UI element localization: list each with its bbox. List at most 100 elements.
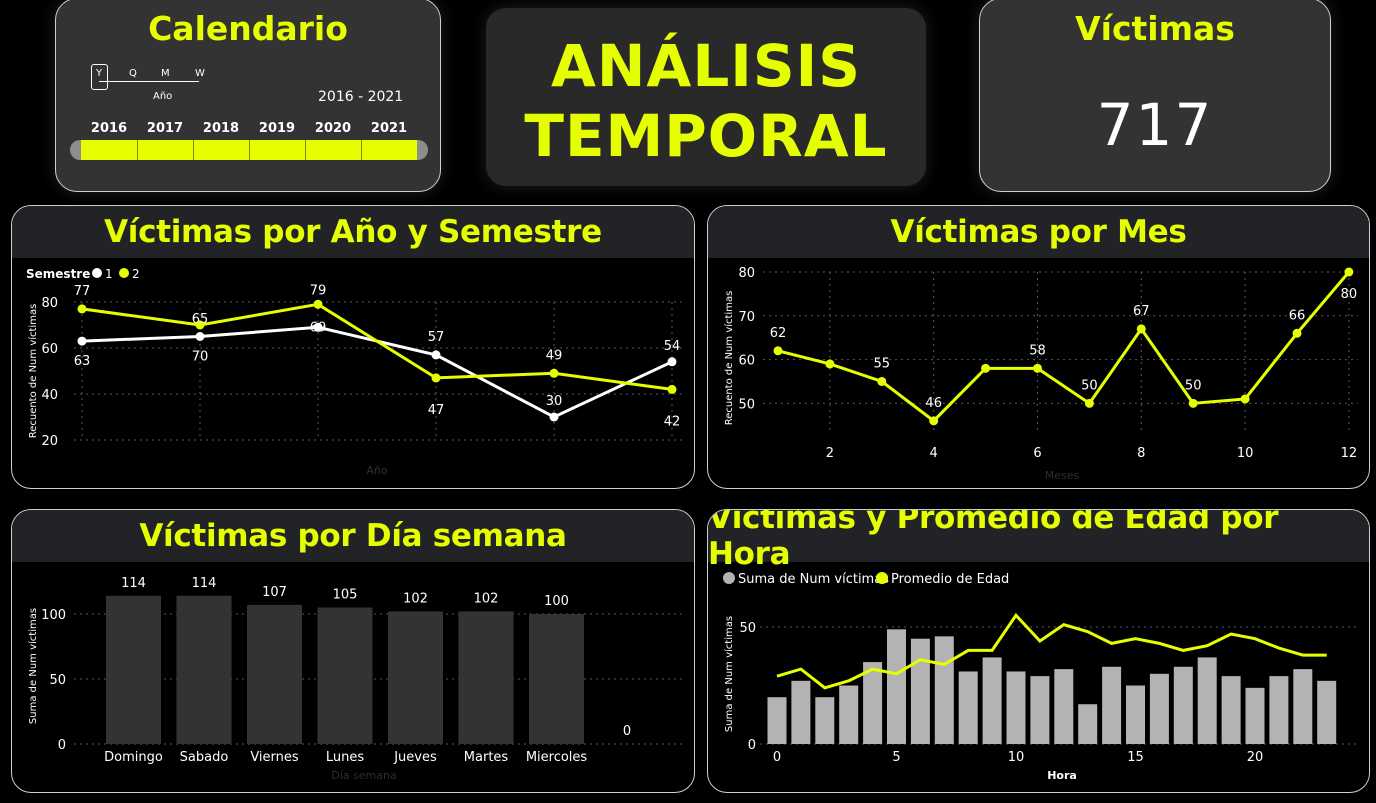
x-tick-label: Viernes [250, 750, 299, 765]
bar [1102, 666, 1122, 744]
bar [106, 595, 161, 744]
slider-divider [305, 140, 306, 160]
panel-title: Víctimas por Día semana [12, 510, 694, 562]
x-tick-label: 2 [826, 446, 834, 461]
granularity-y[interactable]: Y [96, 68, 102, 79]
y-tick-label: 100 [41, 608, 66, 623]
header-card: ANÁLISIS TEMPORAL [486, 8, 926, 186]
x-axis-title: Meses [1045, 469, 1080, 482]
y-tick-label: 50 [738, 397, 755, 412]
bar [1030, 676, 1050, 744]
calendar-card: Calendario Y Q M W Año 2016 - 2021 2016 … [55, 0, 441, 192]
data-point [549, 368, 559, 378]
y-tick-label: 80 [738, 266, 755, 281]
bar [1078, 704, 1098, 744]
month-panel: Víctimas por Mes 50 60 70 80 2 4 6 8 10 12 Recuent… [707, 205, 1370, 489]
bar [767, 697, 787, 744]
hour-panel: Víctimas y Promedio de Edad por Hora Sum… [707, 509, 1370, 793]
x-axis-title: Hora [1047, 769, 1077, 782]
bar [1317, 680, 1337, 744]
legend-marker-1 [92, 268, 102, 278]
x-tick-label: 20 [1247, 750, 1264, 765]
x-tick-label: Jueves [393, 750, 437, 765]
granularity-label: Año [153, 91, 173, 102]
legend-marker-bars [723, 572, 735, 584]
granularity-w[interactable]: W [195, 68, 205, 79]
y-axis-title: Suma de Num víctimas [27, 608, 39, 724]
year-label[interactable]: 2018 [193, 121, 249, 136]
hour-chart: Suma de Num víctimas Promedio de Edad050S… [723, 572, 1358, 782]
bar [388, 611, 443, 744]
y-tick-label: 50 [739, 621, 756, 636]
legend-title: Semestre [26, 267, 90, 281]
data-point [195, 332, 205, 341]
data-point [773, 346, 783, 356]
bar [1006, 671, 1026, 744]
year-label[interactable]: 2016 [81, 121, 137, 136]
data-label: 102 [474, 591, 499, 606]
bar [1173, 666, 1193, 744]
data-label: 42 [664, 414, 681, 429]
data-label: 114 [192, 576, 217, 591]
page-title-line2: TEMPORAL [524, 102, 888, 170]
data-label: 50 [1185, 378, 1202, 393]
victims-kpi-card: Víctimas 717 [979, 0, 1331, 192]
y-tick-label: 0 [58, 738, 66, 753]
bar [1221, 676, 1241, 744]
data-point [77, 336, 87, 346]
data-label: 66 [1289, 308, 1306, 323]
series-line-2 [81, 302, 673, 391]
y-tick-label: 60 [41, 342, 58, 357]
bar [247, 604, 302, 744]
bar [1149, 673, 1169, 744]
panel-title: Víctimas y Promedio de Edad por Hora [708, 510, 1369, 572]
series-line [777, 271, 1351, 423]
data-point [1240, 394, 1250, 404]
data-label: 70 [192, 350, 209, 365]
year-label[interactable]: 2021 [361, 121, 417, 136]
x-tick-label: Martes [464, 750, 509, 765]
granularity-q[interactable]: Q [129, 68, 137, 79]
data-point [1344, 267, 1354, 277]
legend-marker-line [876, 572, 888, 584]
y-tick-label: 20 [41, 434, 58, 449]
bar [1126, 685, 1145, 744]
data-point [77, 304, 87, 314]
bar [1293, 669, 1313, 744]
data-label: 54 [664, 339, 681, 354]
weekday-chart: 050100Suma de Num víctimasDía semana114D… [27, 576, 682, 782]
granularity-m[interactable]: M [161, 68, 170, 79]
x-tick-label: 0 [773, 750, 781, 765]
x-tick-label: 8 [1137, 446, 1145, 461]
slider-divider [249, 140, 250, 160]
y-axis-title: Recuento de Num víctimas [723, 291, 735, 426]
data-point [1188, 398, 1198, 408]
calendar-title: Calendario [148, 9, 348, 48]
bar [910, 638, 930, 744]
y-tick-label: 70 [738, 310, 755, 325]
data-label: 0 [623, 724, 631, 739]
data-point [825, 359, 835, 369]
bar [529, 614, 584, 744]
bar [458, 611, 514, 744]
bar [958, 671, 978, 744]
month-chart: 506070802 4 6 8 10 12Recuento de Num víctimas… [723, 266, 1358, 482]
slider-divider [193, 140, 194, 160]
panel-title: Víctimas por Año y Semestre [12, 206, 694, 258]
year-label[interactable]: 2017 [137, 121, 193, 136]
x-axis-title: Día semana [331, 769, 396, 782]
y-axis-title: Recuento de Num víctimas [27, 304, 39, 439]
series-line-promedio [776, 612, 1327, 690]
date-range: 2016 - 2021 [318, 89, 404, 105]
legend-marker-2 [119, 268, 129, 278]
year-semester-chart: Semestre 1 2 20 40 60 80Recuento de Num víctim… [26, 267, 682, 477]
year-label[interactable]: 2020 [305, 121, 361, 136]
x-tick-label: 4 [930, 446, 938, 461]
bar [934, 636, 954, 744]
bar [887, 629, 906, 744]
data-label: 114 [121, 576, 146, 591]
year-label[interactable]: 2019 [249, 121, 305, 136]
x-tick-label: Lunes [326, 750, 364, 765]
data-point [667, 357, 677, 367]
bar [1054, 669, 1074, 744]
